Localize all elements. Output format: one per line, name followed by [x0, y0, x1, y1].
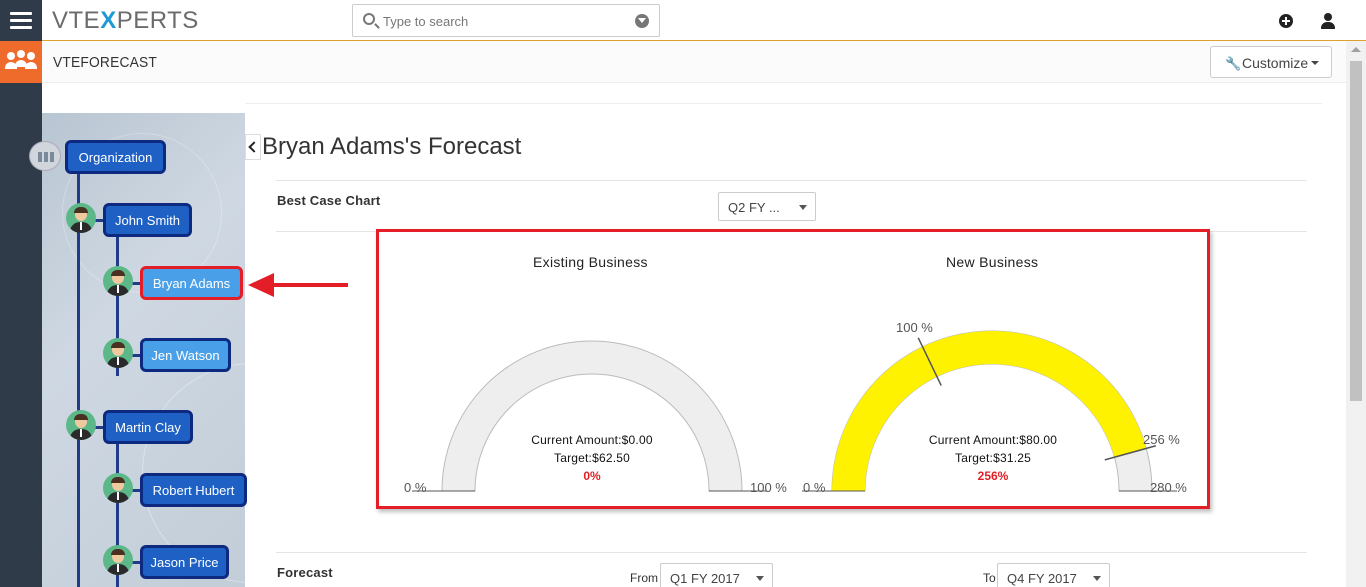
divider — [276, 552, 1307, 553]
from-label: From — [630, 571, 658, 585]
gauge-max-label: 280 % — [1150, 480, 1187, 495]
to-quarter-select[interactable]: Q4 FY 2017 — [997, 563, 1110, 587]
gauge-max-label: 100 % — [750, 480, 787, 495]
gauge-current-amount-existing: Current Amount:$0.00 — [531, 433, 653, 447]
from-quarter-select[interactable]: Q1 FY 2017 — [660, 563, 773, 587]
chevron-down-icon — [1093, 576, 1101, 581]
gauge-percent-new: 256% — [977, 469, 1009, 483]
gauge-target-new: Target:$31.25 — [955, 451, 1031, 465]
gauge-value-fill — [832, 331, 1147, 491]
forecast-label: Forecast — [277, 565, 333, 580]
gauge-charts — [412, 330, 1177, 492]
gauge-min-label: 0 % — [803, 480, 826, 495]
gauge-min-label: 0 % — [404, 480, 427, 495]
gauge-target-tick-label: 100 % — [896, 320, 933, 335]
gauge-value-tick-label: 256 % — [1143, 432, 1180, 447]
gauge-target-existing: Target:$62.50 — [554, 451, 630, 465]
gauge-title-existing: Existing Business — [533, 254, 648, 270]
gauge-current-amount-new: Current Amount:$80.00 — [928, 433, 1058, 447]
chevron-down-icon — [756, 576, 764, 581]
to-label: To — [983, 571, 996, 585]
gauge-percent-existing: 0% — [583, 469, 601, 483]
gauge-title-new: New Business — [946, 254, 1039, 270]
